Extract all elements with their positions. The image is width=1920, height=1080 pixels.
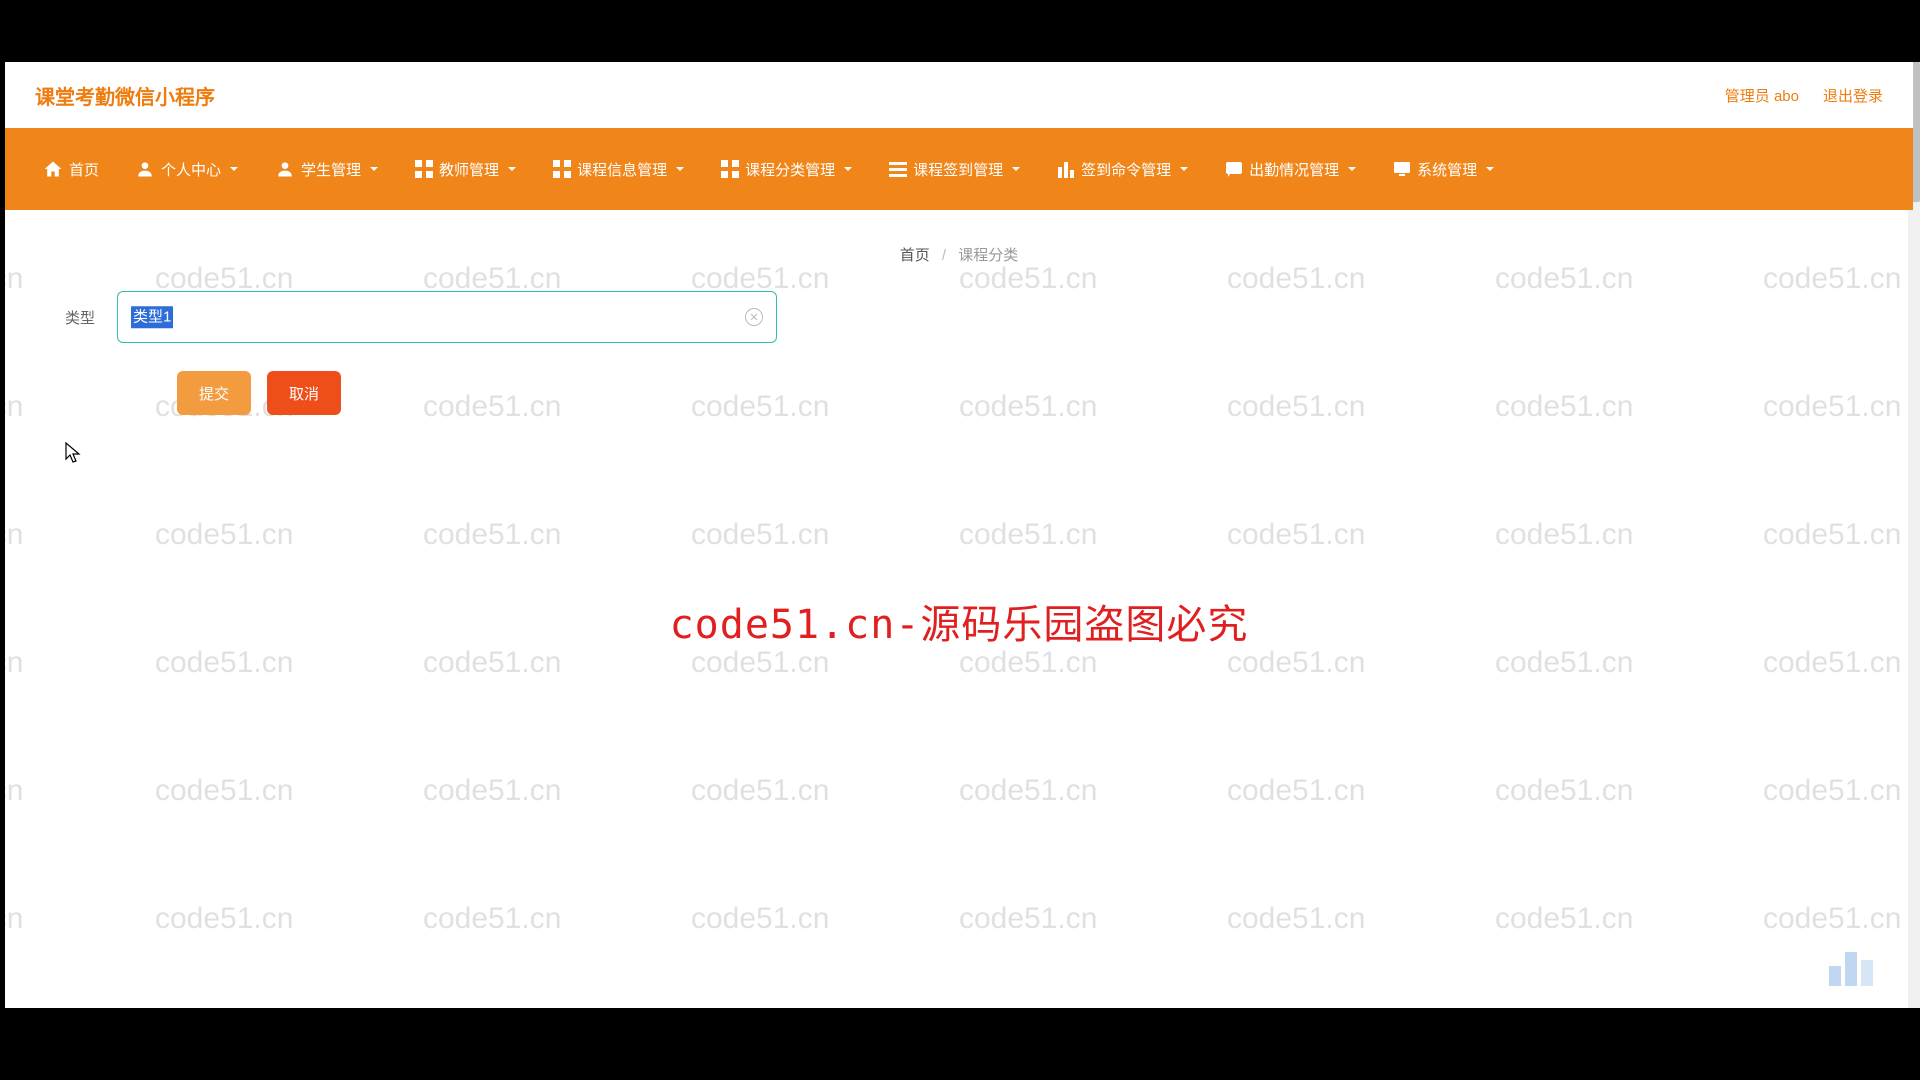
home-icon [43,159,63,179]
nav-course-info[interactable]: 课程信息管理 [535,128,703,210]
chevron-down-icon [1179,161,1189,178]
nav-student-label: 学生管理 [301,159,361,180]
breadcrumb-current: 课程分类 [958,247,1018,264]
logout-link[interactable]: 退出登录 [1823,85,1883,106]
submit-button[interactable]: 提交 [177,371,251,415]
cancel-button[interactable]: 取消 [267,371,341,415]
chevron-down-icon [1011,161,1021,178]
student-icon [275,159,295,179]
chevron-down-icon [675,161,685,178]
type-input-selection: 类型1 [131,306,173,328]
nav-course-signin-label: 课程签到管理 [913,159,1003,180]
header: 课堂考勤微信小程序 管理员 abo 退出登录 [5,62,1913,128]
type-input[interactable] [117,291,777,343]
breadcrumb-separator: / [942,247,946,264]
nav-teacher-label: 教师管理 [439,159,499,180]
watermark-warning: code51.cn-源码乐园盗图必究 [670,592,1249,650]
chevron-down-icon [507,161,517,178]
nav-teacher[interactable]: 教师管理 [397,128,535,210]
nav-attendance-label: 出勤情况管理 [1249,159,1339,180]
nav-course-info-label: 课程信息管理 [577,159,667,180]
chat-icon [1225,160,1243,178]
chevron-down-icon [843,161,853,178]
breadcrumb-home[interactable]: 首页 [900,247,930,264]
nav-attendance[interactable]: 出勤情况管理 [1207,128,1375,210]
person-icon [135,159,155,179]
grid-icon [415,160,433,178]
nav-course-category[interactable]: 课程分类管理 [703,128,871,210]
grid-icon [553,160,571,178]
chart-icon [1057,160,1075,178]
chevron-down-icon [1485,161,1495,178]
corner-logo-icon [1825,938,1877,990]
nav-signin-cmd-label: 签到命令管理 [1081,159,1171,180]
app-title: 课堂考勤微信小程序 [35,81,215,110]
clear-icon[interactable]: ✕ [745,308,763,326]
form: 类型 类型1 ✕ 提交 取消 [5,291,1913,415]
nav-system-label: 系统管理 [1417,159,1477,180]
type-label: 类型 [65,307,105,328]
nav-course-signin[interactable]: 课程签到管理 [871,128,1039,210]
grid-icon [721,160,739,178]
nav-system[interactable]: 系统管理 [1375,128,1513,210]
breadcrumb: 首页 / 课程分类 [5,210,1913,291]
nav-student[interactable]: 学生管理 [257,128,397,210]
nav-course-category-label: 课程分类管理 [745,159,835,180]
nav-personal[interactable]: 个人中心 [117,128,257,210]
nav-signin-cmd[interactable]: 签到命令管理 [1039,128,1207,210]
nav-home-label: 首页 [69,159,99,180]
nav-home[interactable]: 首页 [25,128,117,210]
admin-user-label[interactable]: 管理员 abo [1725,85,1799,106]
nav-personal-label: 个人中心 [161,159,221,180]
list-icon [889,160,907,178]
chevron-down-icon [229,161,239,178]
chevron-down-icon [1347,161,1357,178]
navbar: 首页 个人中心 学生管理 教师管理 课程信息管理 [5,128,1913,210]
mouse-cursor-icon [65,442,81,464]
chevron-down-icon [369,161,379,178]
monitor-icon [1393,160,1411,178]
